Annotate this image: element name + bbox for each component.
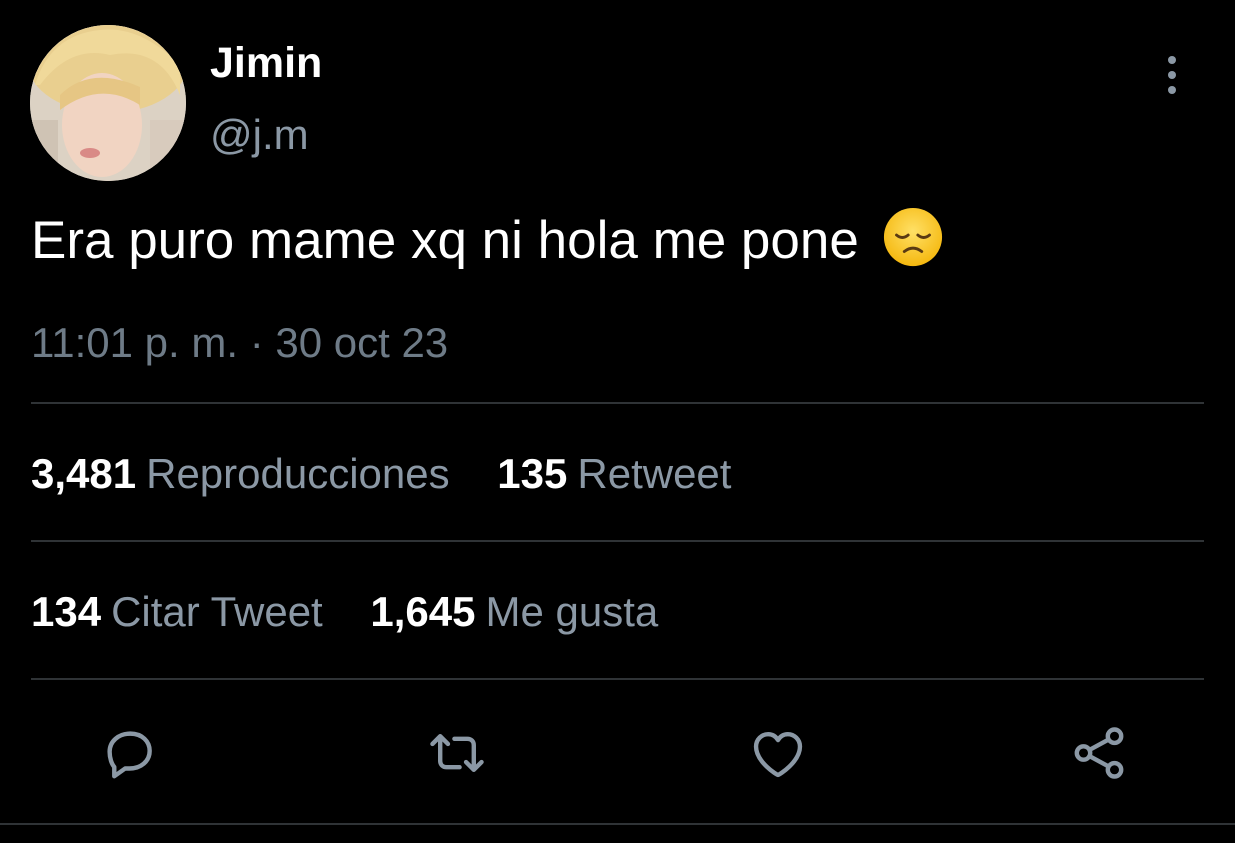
- user-handle[interactable]: @j.m: [210, 110, 309, 160]
- divider: [31, 402, 1204, 404]
- divider: [31, 540, 1204, 542]
- reply-icon: [107, 731, 152, 779]
- likes-label: Me gusta: [485, 588, 659, 635]
- bottom-divider: [0, 823, 1235, 825]
- more-dot: [1168, 56, 1176, 64]
- like-icon: [753, 731, 803, 778]
- avatar[interactable]: [30, 25, 186, 181]
- more-dot: [1168, 86, 1176, 94]
- views-label: Reproducciones: [146, 450, 450, 497]
- tweet-timestamp[interactable]: 11:01 p. m. · 30 oct 23: [31, 315, 448, 370]
- tweet-body: Era puro mame xq ni hola me pone: [31, 211, 859, 270]
- share-icon: [1074, 727, 1124, 779]
- quotes-stat[interactable]: 134 Citar Tweet: [31, 584, 323, 639]
- quotes-label: Citar Tweet: [111, 588, 323, 635]
- disappointed-face-icon: [882, 206, 944, 268]
- likes-stat[interactable]: 1,645 Me gusta: [370, 584, 658, 639]
- quotes-count: 134: [31, 588, 102, 635]
- views-stat: 3,481 Reproducciones: [31, 446, 450, 501]
- avatar-image: [30, 25, 186, 181]
- divider: [31, 678, 1204, 680]
- more-dot: [1168, 71, 1176, 79]
- display-name[interactable]: Jimin: [210, 38, 322, 88]
- tweet-detail: Jimin @j.m Era puro mame xq ni hola me p…: [0, 0, 1235, 843]
- retweets-stat[interactable]: 135 Retweet: [497, 446, 731, 501]
- tweet-text: Era puro mame xq ni hola me pone: [31, 206, 944, 276]
- meta-separator: ·: [249, 319, 264, 366]
- views-count: 3,481: [31, 450, 137, 497]
- share-button[interactable]: [1068, 722, 1130, 784]
- more-options-icon[interactable]: [1150, 50, 1194, 100]
- reply-button[interactable]: [98, 722, 160, 784]
- tweet-time: 11:01 p. m.: [31, 319, 239, 366]
- retweet-icon: [430, 734, 484, 772]
- tweet-date: 30 oct 23: [275, 319, 449, 366]
- retweets-label: Retweet: [577, 450, 732, 497]
- retweets-count: 135: [497, 450, 568, 497]
- retweet-button[interactable]: [426, 722, 488, 784]
- stats-row-1: 3,481 Reproducciones 135 Retweet: [31, 446, 731, 501]
- likes-count: 1,645: [370, 588, 476, 635]
- like-button[interactable]: [747, 722, 809, 784]
- stats-row-2: 134 Citar Tweet 1,645 Me gusta: [31, 584, 658, 639]
